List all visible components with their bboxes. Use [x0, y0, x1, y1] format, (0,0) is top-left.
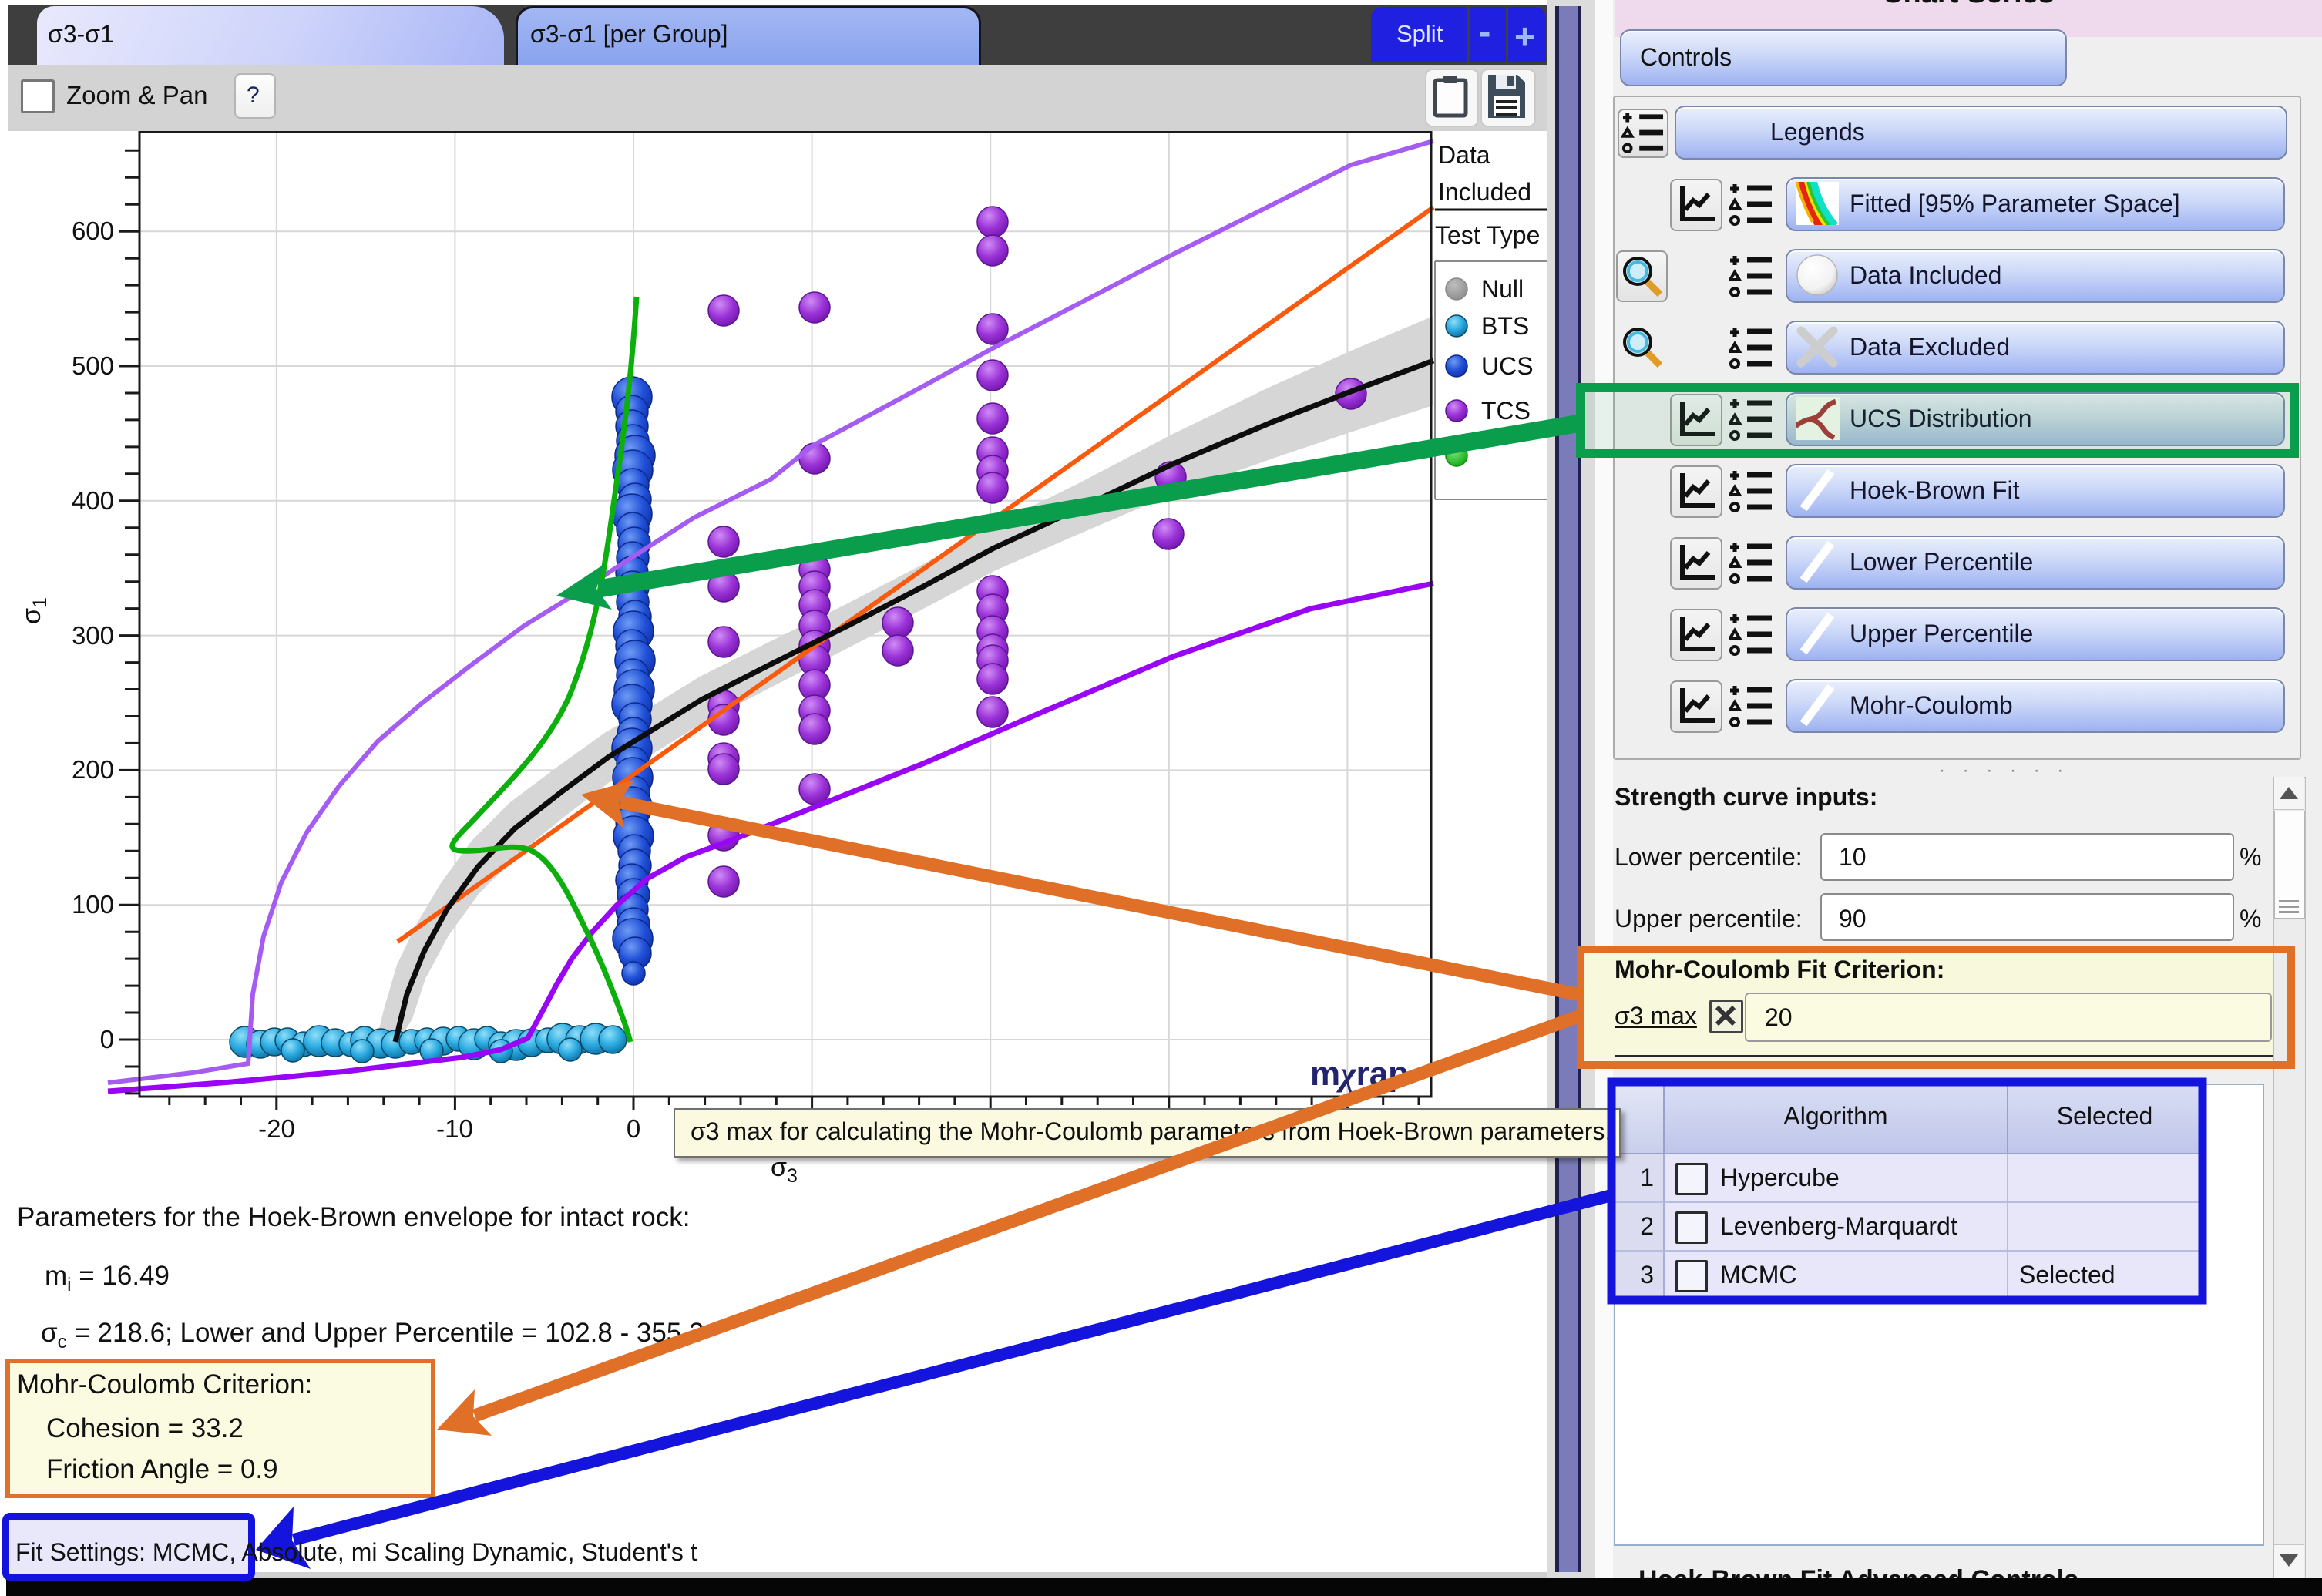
svg-text:0: 0 — [627, 1114, 640, 1143]
svg-text:UCS: UCS — [1481, 352, 1534, 380]
svg-text:Null: Null — [1481, 275, 1524, 303]
svg-text:TCS: TCS — [1481, 397, 1531, 425]
svg-text:600: 600 — [72, 217, 114, 245]
svg-text:-10: -10 — [436, 1114, 473, 1143]
svg-text:500: 500 — [72, 351, 114, 380]
svg-text:Included: Included — [1438, 178, 1531, 206]
svg-text:300: 300 — [72, 621, 114, 650]
svg-text:Test Type: Test Type — [1435, 221, 1540, 249]
svg-text:mχrap: mχrap — [1310, 1055, 1409, 1093]
svg-text:σ1: σ1 — [17, 597, 51, 624]
svg-text:Data: Data — [1438, 141, 1490, 169]
svg-text:σ3: σ3 — [771, 1153, 798, 1187]
svg-text:0: 0 — [100, 1025, 114, 1053]
svg-text:100: 100 — [72, 890, 114, 919]
svg-text:200: 200 — [72, 755, 114, 784]
svg-text:-20: -20 — [258, 1114, 295, 1143]
svg-text:BTS: BTS — [1481, 312, 1529, 340]
svg-text:400: 400 — [72, 486, 114, 515]
